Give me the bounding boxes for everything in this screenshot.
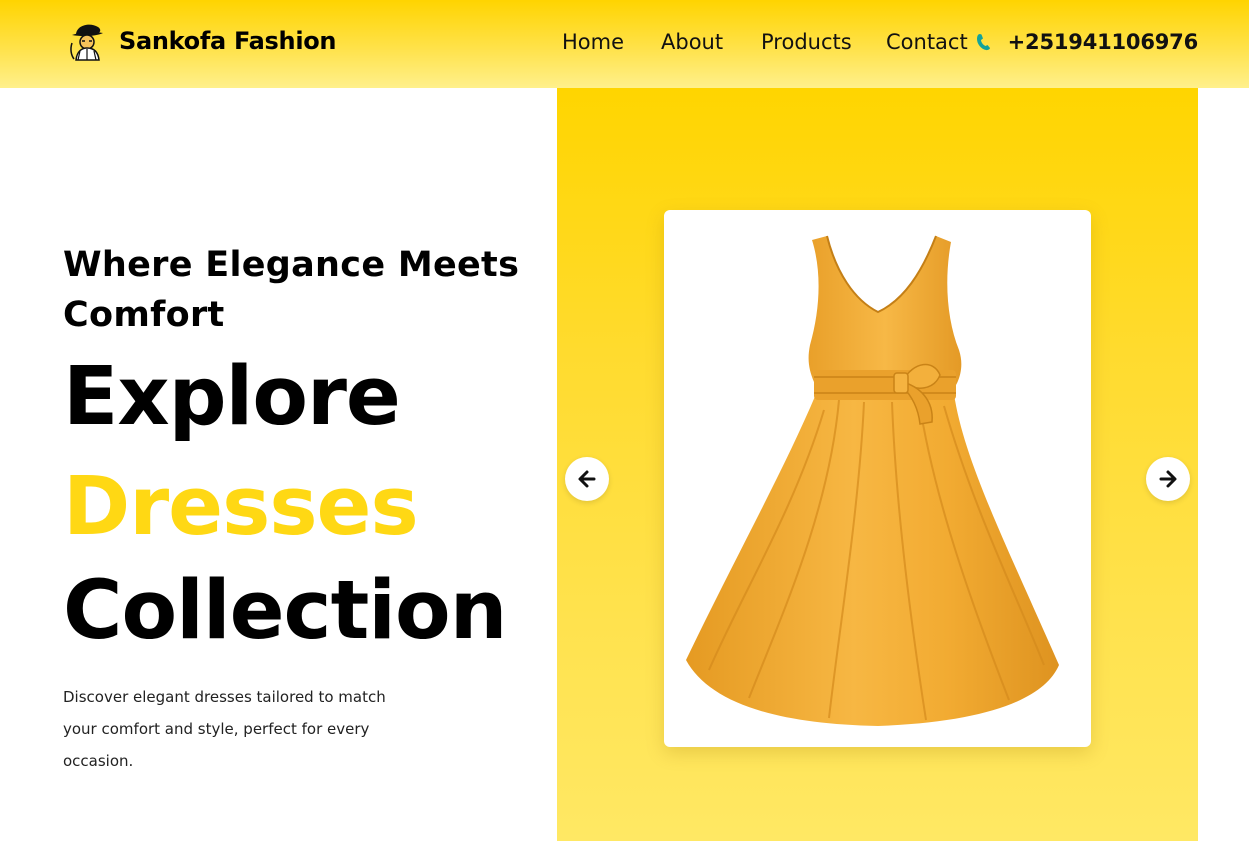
phone-icon bbox=[976, 34, 990, 51]
orange-dress-image bbox=[686, 235, 1059, 726]
phone-number: +251941106976 bbox=[1007, 30, 1199, 54]
carousel-prev-button[interactable] bbox=[565, 457, 609, 501]
headline-collection: Collection bbox=[63, 564, 507, 658]
arrow-right-icon bbox=[1159, 470, 1177, 488]
arrow-left-icon bbox=[578, 470, 596, 488]
carousel-next-button[interactable] bbox=[1146, 457, 1190, 501]
nav-about[interactable]: About bbox=[661, 30, 723, 54]
hero-text: Where Elegance Meets Comfort Explore Dre… bbox=[63, 240, 543, 770]
nav-home[interactable]: Home bbox=[562, 30, 624, 54]
product-carousel bbox=[557, 88, 1198, 841]
phone-contact[interactable]: +251941106976 bbox=[976, 30, 1198, 54]
hero-description: Discover elegant dresses tailored to mat… bbox=[63, 688, 386, 770]
headline-explore: Explore bbox=[63, 350, 401, 444]
nav-contact[interactable]: Contact bbox=[886, 30, 968, 54]
nav-products[interactable]: Products bbox=[761, 30, 852, 54]
site-header: Sankofa Fashion Home About Products Cont… bbox=[0, 0, 1249, 88]
product-card[interactable] bbox=[664, 210, 1091, 747]
hero-tagline: Where Elegance Meets Comfort bbox=[63, 245, 520, 335]
headline-dresses: Dresses bbox=[63, 460, 419, 554]
